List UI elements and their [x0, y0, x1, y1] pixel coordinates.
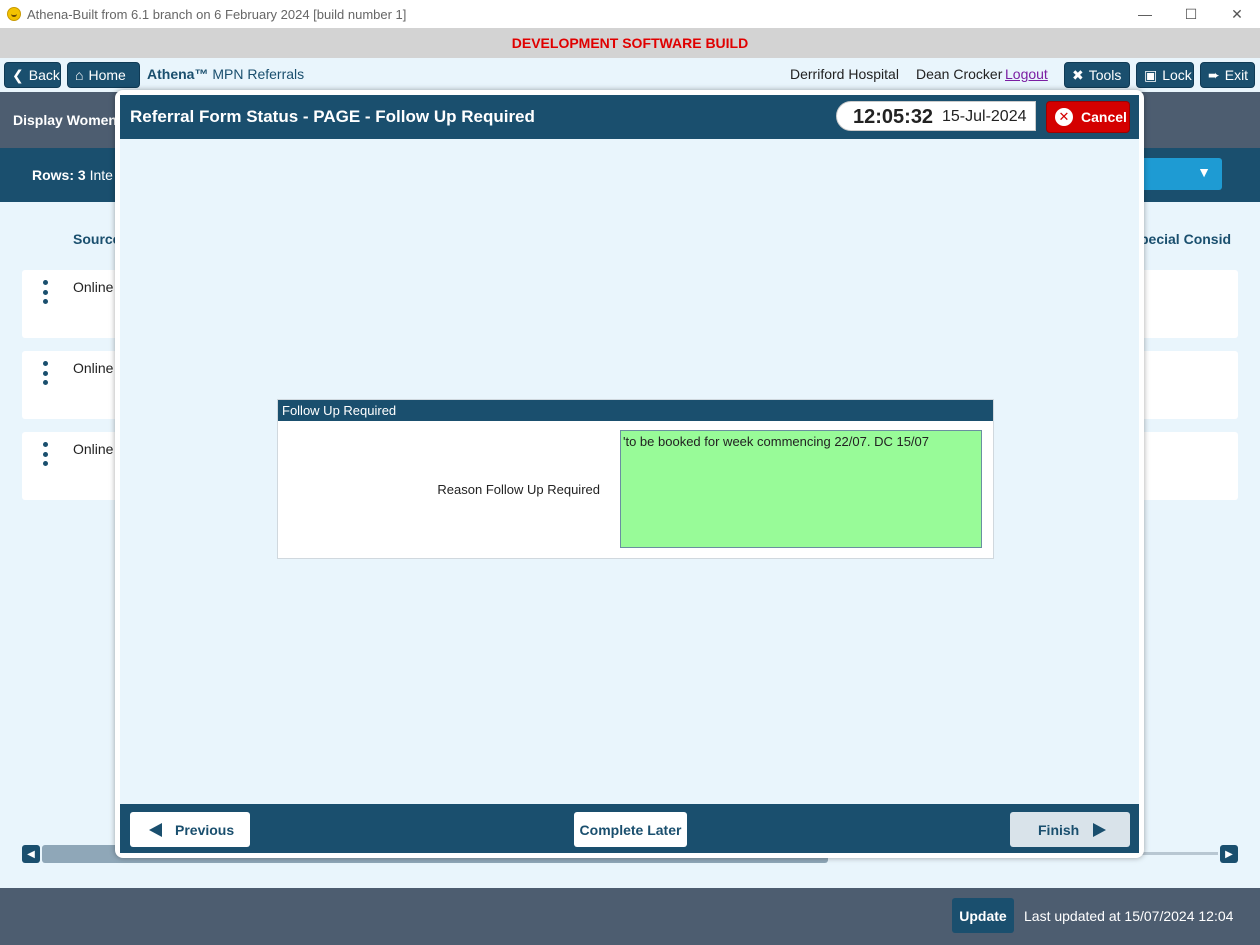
clock-time: 12:05:32: [853, 106, 934, 128]
maximize-button[interactable]: ☐: [1168, 0, 1214, 28]
row-source: Online: [73, 279, 114, 295]
column-header-special[interactable]: pecial Consid: [1140, 231, 1231, 247]
exit-button[interactable]: ➨ Exit: [1200, 62, 1255, 88]
kebab-icon[interactable]: [42, 280, 48, 304]
brand-module: MPN Referrals: [212, 66, 305, 82]
back-button-label: Back: [28, 67, 60, 83]
page-title: Display Women...: [13, 112, 129, 128]
tools-button[interactable]: ✖ Tools: [1064, 62, 1130, 88]
top-nav-bar: ❮ Back ⌂ Home Athena™ MPN Referrals Derr…: [0, 58, 1260, 92]
home-button-label: Home: [88, 67, 126, 83]
close-circle-icon: ✕: [1055, 108, 1073, 126]
scroll-left-icon[interactable]: ◀: [22, 845, 40, 863]
window-title-bar: Athena-Built from 6.1 branch on 6 Februa…: [0, 0, 1260, 28]
follow-up-panel: Follow Up Required Reason Follow Up Requ…: [277, 399, 994, 559]
triangle-right-icon: [1093, 822, 1107, 837]
exit-icon: ➨: [1208, 66, 1220, 83]
scroll-right-icon[interactable]: ▶: [1220, 845, 1238, 863]
column-header-source[interactable]: Source: [73, 231, 120, 247]
clock-display: 12:05:32 15-Jul-2024: [836, 101, 1036, 131]
exit-button-label: Exit: [1224, 67, 1249, 83]
logout-link[interactable]: Logout: [1005, 66, 1048, 82]
user-name: Dean Crocker: [916, 66, 1003, 82]
dialog-body: Referral Form Status - PAGE - Follow Up …: [120, 95, 1139, 853]
app-icon: [7, 7, 21, 21]
close-window-button[interactable]: ✕: [1214, 0, 1260, 28]
finish-button[interactable]: Finish: [1010, 812, 1130, 847]
rows-label: Rows:: [32, 167, 74, 183]
window-controls: — ☐ ✕: [1122, 0, 1260, 28]
app-brand: Athena™ MPN Referrals: [147, 66, 304, 82]
dropdown-arrow-icon: ▼: [1197, 164, 1211, 180]
hospital-name: Derriford Hospital: [790, 66, 899, 82]
update-button[interactable]: Update: [952, 898, 1014, 933]
minimize-button[interactable]: —: [1122, 0, 1168, 28]
tools-button-label: Tools: [1088, 67, 1122, 83]
cancel-button-label: Cancel: [1081, 109, 1127, 125]
dialog-footer: Previous Complete Later Finish: [120, 804, 1139, 853]
kebab-icon[interactable]: [42, 442, 48, 466]
back-arrow-icon: ❮: [12, 66, 24, 83]
back-button[interactable]: ❮ Back: [4, 62, 61, 88]
brand-name: Athena™: [147, 66, 209, 82]
row-source: Online: [73, 360, 114, 376]
lock-button[interactable]: ▣ Lock: [1136, 62, 1194, 88]
home-button[interactable]: ⌂ Home: [67, 62, 140, 88]
tools-icon: ✖: [1072, 66, 1084, 83]
home-icon: ⌂: [75, 67, 84, 83]
rows-count: 3: [77, 167, 86, 183]
clock-date: 15-Jul-2024: [942, 108, 1027, 125]
previous-button-label: Previous: [175, 821, 235, 838]
cancel-button[interactable]: ✕ Cancel: [1046, 101, 1130, 133]
panel-heading: Follow Up Required: [278, 400, 993, 421]
dev-build-banner: DEVELOPMENT SOFTWARE BUILD: [0, 28, 1260, 58]
reason-textarea[interactable]: 'to be booked for week commencing 22/07.…: [620, 430, 982, 548]
finish-button-label: Finish: [1038, 821, 1080, 838]
window-title: Athena-Built from 6.1 branch on 6 Februa…: [27, 6, 407, 22]
kebab-icon[interactable]: [42, 361, 48, 385]
dialog-title: Referral Form Status - PAGE - Follow Up …: [130, 107, 535, 126]
rows-extra: Inte: [89, 167, 113, 183]
lock-icon: ▣: [1144, 66, 1158, 83]
page-footer: Update Last updated at 15/07/2024 12:04: [0, 888, 1260, 945]
referral-status-dialog: Referral Form Status - PAGE - Follow Up …: [115, 90, 1144, 858]
last-updated-text: Last updated at 15/07/2024 12:04: [1024, 908, 1234, 924]
complete-later-button[interactable]: Complete Later: [574, 812, 687, 847]
row-source: Online: [73, 441, 114, 457]
filter-dropdown[interactable]: ▼: [1140, 158, 1222, 190]
reason-label: Reason Follow Up Required: [437, 482, 600, 497]
previous-button[interactable]: Previous: [130, 812, 250, 847]
row-count: Rows: 3 Inte: [32, 167, 113, 183]
triangle-left-icon: [149, 822, 162, 837]
lock-button-label: Lock: [1162, 67, 1192, 83]
dialog-header: Referral Form Status - PAGE - Follow Up …: [120, 95, 1139, 139]
